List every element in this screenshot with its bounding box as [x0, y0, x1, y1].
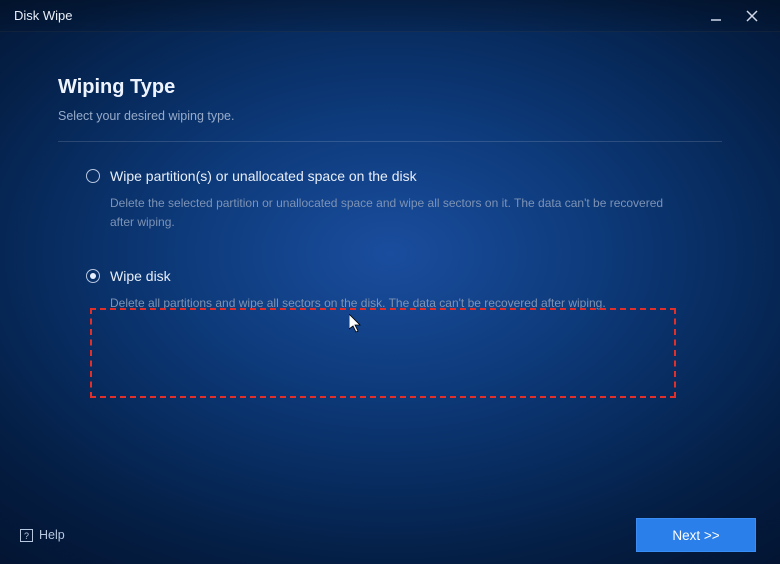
- minimize-icon: [710, 10, 722, 22]
- divider: [58, 141, 722, 142]
- option-description: Delete all partitions and wipe all secto…: [110, 294, 670, 313]
- help-icon: ?: [20, 529, 33, 542]
- page-subheading: Select your desired wiping type.: [58, 109, 722, 123]
- highlight-annotation: [90, 308, 676, 398]
- page-heading: Wiping Type: [58, 76, 722, 99]
- next-label: Next >>: [672, 528, 719, 543]
- option-label: Wipe disk: [110, 268, 171, 284]
- radio-wipe-disk[interactable]: [86, 269, 100, 283]
- close-button[interactable]: [734, 4, 770, 28]
- radio-wipe-partition[interactable]: [86, 169, 100, 183]
- window-title: Disk Wipe: [14, 8, 698, 23]
- option-description: Delete the selected partition or unalloc…: [110, 194, 670, 232]
- option-wipe-disk[interactable]: Wipe disk Delete all partitions and wipe…: [86, 268, 716, 313]
- next-button[interactable]: Next >>: [636, 518, 756, 552]
- svg-text:?: ?: [24, 531, 29, 541]
- footer: ? Help Next >>: [0, 506, 780, 564]
- titlebar: Disk Wipe: [0, 0, 780, 32]
- close-icon: [746, 10, 758, 22]
- cursor-icon: [349, 314, 365, 339]
- help-label: Help: [39, 528, 65, 542]
- minimize-button[interactable]: [698, 4, 734, 28]
- disk-wipe-window: Disk Wipe Wiping Type Select your desire…: [0, 0, 780, 564]
- content-area: Wiping Type Select your desired wiping t…: [0, 32, 780, 314]
- option-wipe-partition[interactable]: Wipe partition(s) or unallocated space o…: [86, 168, 716, 232]
- option-label: Wipe partition(s) or unallocated space o…: [110, 168, 417, 184]
- help-link[interactable]: ? Help: [20, 528, 65, 542]
- options-group: Wipe partition(s) or unallocated space o…: [58, 168, 722, 314]
